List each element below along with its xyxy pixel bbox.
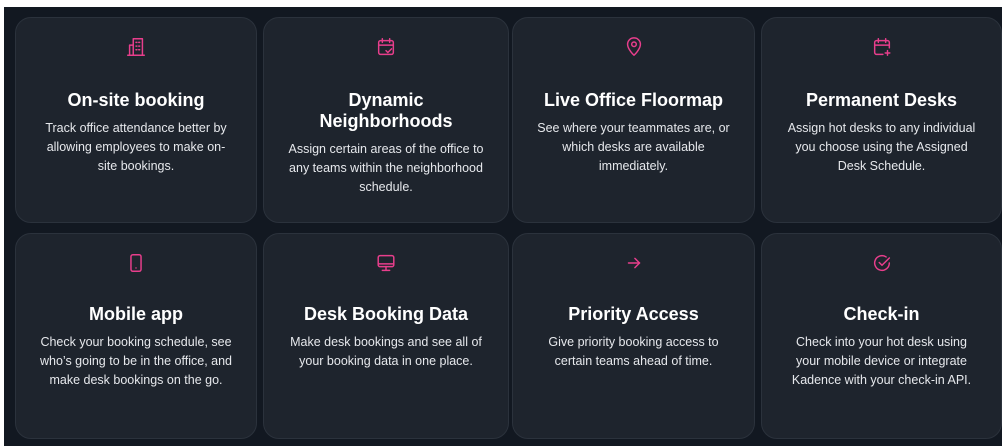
- feature-grid-canvas: On-site booking Track office attendance …: [0, 0, 1002, 446]
- card-description: Check into your hot desk using your mobi…: [791, 335, 972, 387]
- card-description: Assign certain areas of the office to an…: [288, 142, 484, 194]
- card-title: Check-in: [843, 304, 920, 324]
- feature-card-mobile-app: Mobile app Check your booking schedule, …: [15, 233, 257, 439]
- card-description: Give priority booking access to certain …: [548, 335, 719, 368]
- feature-card-priority-access: Priority Access Give priority booking ac…: [512, 233, 755, 439]
- card-title: Mobile app: [89, 304, 183, 324]
- calendar-plus-icon: [871, 36, 893, 58]
- monitor-icon: [375, 252, 397, 274]
- building-icon: [125, 36, 147, 58]
- map-pin-icon: [623, 36, 645, 58]
- feature-card-on-site-booking: On-site booking Track office attendance …: [15, 17, 257, 223]
- feature-card-check-in: Check-in Check into your hot desk using …: [761, 233, 1002, 439]
- check-circle-icon: [871, 252, 893, 274]
- feature-card-desk-booking-data: Desk Booking Data Make desk bookings and…: [263, 233, 509, 439]
- card-description: Make desk bookings and see all of your b…: [290, 335, 482, 368]
- feature-card-dynamic-neighborhoods: Dynamic Neighborhoods Assign certain are…: [263, 17, 509, 223]
- card-description: Check your booking schedule, see who’s g…: [39, 335, 233, 387]
- card-title: Desk Booking Data: [303, 304, 469, 324]
- calendar-check-icon: [375, 36, 397, 58]
- arrow-right-icon: [623, 252, 645, 274]
- card-description: Track office attendance better by allowi…: [45, 121, 227, 173]
- card-title: On-site booking: [67, 90, 205, 110]
- card-description: See where your teammates are, or which d…: [537, 121, 730, 173]
- card-description: Assign hot desks to any individual you c…: [787, 121, 976, 173]
- smartphone-icon: [125, 252, 147, 274]
- card-title: Dynamic Neighborhoods: [319, 90, 453, 131]
- card-title: Permanent Desks: [805, 90, 958, 110]
- feature-card-live-office-floormap: Live Office Floormap See where your team…: [512, 17, 755, 223]
- card-title: Priority Access: [568, 304, 699, 324]
- card-title: Live Office Floormap: [543, 90, 724, 110]
- feature-card-permanent-desks: Permanent Desks Assign hot desks to any …: [761, 17, 1002, 223]
